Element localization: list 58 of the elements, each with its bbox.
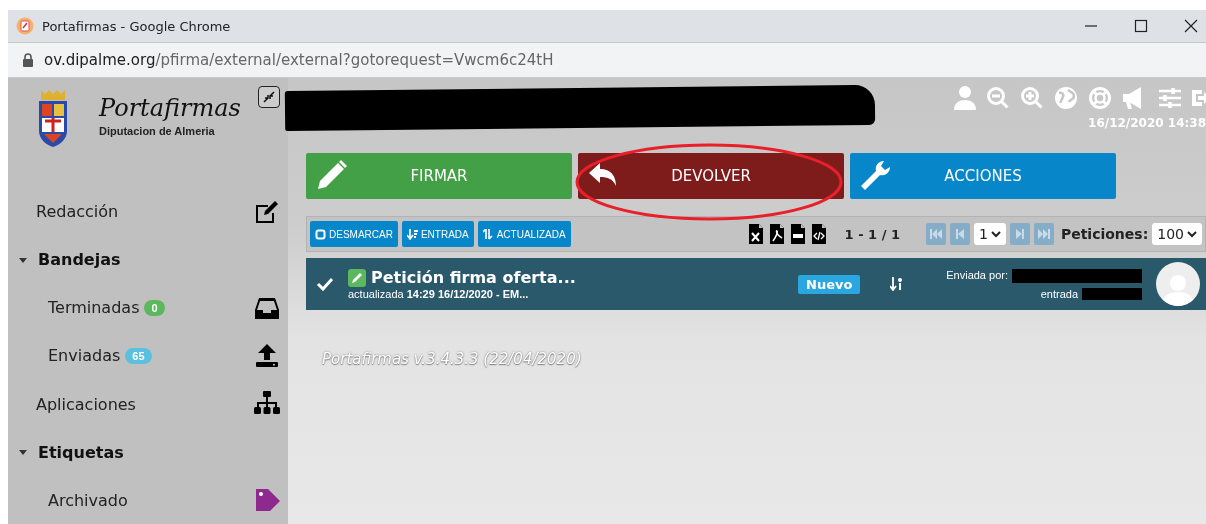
sliders-icon[interactable] — [1158, 86, 1182, 110]
collapse-icon — [263, 91, 275, 103]
toolbar-button[interactable]: ACTUALIZADA — [477, 221, 571, 247]
request-meta: actualizada 14:29 16/12/2020 - EM... — [348, 288, 530, 300]
tag-icon — [254, 487, 280, 514]
toolbar-button[interactable]: ENTRADA — [401, 221, 474, 247]
sidebar-item[interactable]: Archivado — [48, 490, 128, 510]
toolbar-button[interactable]: DESMARCAR — [310, 221, 398, 247]
maximize-icon[interactable] — [1134, 19, 1148, 33]
page-size-label: Peticiones: — [1060, 226, 1149, 242]
window-title: Portafirmas - Google Chrome — [42, 18, 231, 34]
hierarchy-icon — [254, 391, 280, 417]
sort-icon — [482, 228, 494, 240]
excel-export-icon[interactable] — [747, 224, 764, 244]
checkbox-icon — [315, 228, 326, 240]
count-badge: 65 — [125, 348, 152, 364]
section-heading[interactable]: Bandejas — [38, 250, 121, 270]
pencil-icon — [348, 268, 366, 287]
status-badge: Nuevo — [798, 274, 861, 294]
upload-icon — [254, 343, 280, 369]
app-logo-text: Portafirmas — [99, 94, 241, 122]
checkmark-icon[interactable] — [316, 277, 334, 291]
caret-icon[interactable] — [18, 447, 28, 457]
person-silhouette-icon — [1161, 272, 1195, 306]
page-select[interactable]: 1 — [974, 223, 1006, 245]
sidebar-item[interactable]: Redacción — [36, 202, 119, 222]
next-page-icon — [1013, 228, 1026, 240]
count-badge: 0 — [144, 299, 165, 316]
csv-export-icon[interactable] — [789, 224, 806, 244]
first-page-icon — [930, 228, 942, 240]
favicon-icon — [16, 17, 34, 35]
page-size-select[interactable]: 100 — [1152, 223, 1202, 245]
sidebar-item[interactable]: Enviadas — [48, 346, 121, 366]
sidebar-item[interactable]: Terminadas — [48, 298, 140, 318]
collapse-button[interactable] — [258, 86, 280, 108]
request-row[interactable]: Petición firma oferta... actualizada 14:29 16/12/2020 - EM... Nuevo Enviada por: entrada — [306, 258, 1206, 310]
last-page-icon — [1037, 228, 1050, 240]
version-text: Portafirmas v.3.4.3.3 (22/04/2020) — [322, 350, 582, 368]
sidebar-item[interactable]: Aplicaciones — [36, 394, 136, 414]
section-heading[interactable]: Etiquetas — [38, 442, 124, 462]
lock-icon — [22, 53, 34, 67]
action-button[interactable]: ACCIONES — [850, 153, 1116, 199]
entry-label: entrada — [1040, 287, 1078, 300]
request-title: Petición firma oferta... — [371, 268, 576, 287]
redaction-mark — [1082, 287, 1142, 300]
sender-label: Enviada por: — [946, 268, 1008, 283]
code-export-icon[interactable] — [810, 224, 827, 244]
page-range: 1 - 1 / 1 — [844, 226, 900, 242]
previous-page-icon — [954, 228, 966, 240]
sort-icon[interactable] — [890, 277, 905, 291]
close-icon[interactable] — [1184, 19, 1198, 33]
pdf-export-icon[interactable] — [768, 224, 785, 244]
chevron-down-icon — [1187, 230, 1197, 238]
action-button[interactable]: DEVOLVER — [578, 153, 844, 199]
edit-icon — [254, 198, 280, 225]
chevron-down-icon — [990, 230, 1001, 238]
sort-icon — [406, 228, 418, 240]
organization-name: Diputacion de Almeria — [99, 125, 216, 137]
